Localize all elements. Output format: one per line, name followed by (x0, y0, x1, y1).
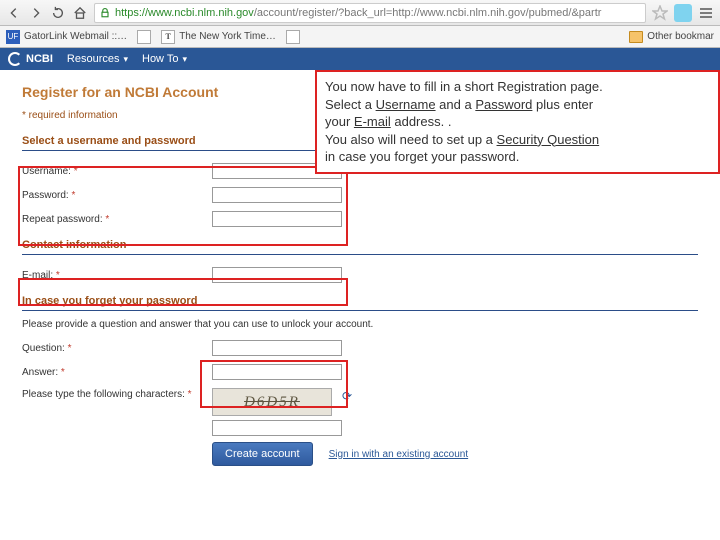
captcha-label: Please type the following characters: * (22, 388, 212, 401)
other-bookmarks-label: Other bookmar (647, 31, 714, 42)
email-label: E-mail: * (22, 270, 212, 281)
address-bar[interactable]: https://www.ncbi.nlm.nih.gov/account/reg… (94, 3, 646, 23)
row-email: E-mail: * (22, 263, 698, 287)
ncbi-top-bar: NCBI Resources▾ How To▾ (0, 48, 720, 70)
row-repeat-password: Repeat password: * (22, 207, 698, 231)
page-body: Register for an NCBI Account * required … (0, 70, 720, 476)
url-path: /account/register/?back_url=http://www.n… (254, 7, 602, 19)
bookmark-icon: UF (6, 30, 20, 44)
divider (22, 254, 698, 255)
reload-icon[interactable] (50, 5, 66, 21)
nav-resources[interactable]: Resources▾ (67, 53, 128, 65)
forward-icon[interactable] (28, 5, 44, 21)
ncbi-logo[interactable]: NCBI (8, 52, 53, 66)
other-bookmarks[interactable]: Other bookmar (629, 31, 714, 43)
row-captcha: Please type the following characters: * … (22, 384, 698, 436)
chevron-down-icon: ▾ (123, 54, 128, 65)
home-icon[interactable] (72, 5, 88, 21)
ncbi-logo-icon (8, 52, 22, 66)
email-input[interactable] (212, 267, 342, 283)
section-contact: Contact information (22, 239, 698, 254)
browser-toolbar: https://www.ncbi.nlm.nih.gov/account/reg… (0, 0, 720, 26)
instruction-callout: You now have to fill in a short Registra… (315, 70, 720, 174)
bookmark-gatorlink[interactable]: UF GatorLink Webmail ::… (6, 30, 127, 44)
page-icon (137, 30, 151, 44)
lock-icon (99, 7, 111, 19)
folder-icon (629, 31, 643, 43)
repeat-password-input[interactable] (212, 211, 342, 227)
answer-input[interactable] (212, 364, 342, 380)
back-icon[interactable] (6, 5, 22, 21)
ncbi-logo-text: NCBI (26, 53, 53, 65)
bookmark-label: GatorLink Webmail ::… (24, 31, 127, 42)
nav-label: Resources (67, 53, 120, 65)
create-account-button[interactable]: Create account (212, 442, 313, 466)
question-input[interactable] (212, 340, 342, 356)
divider (22, 310, 698, 311)
password-label: Password: * (22, 190, 212, 201)
row-question: Question: * (22, 336, 698, 360)
sign-in-link[interactable]: Sign in with an existing account (329, 449, 469, 460)
row-answer: Answer: * (22, 360, 698, 384)
question-label: Question: * (22, 343, 212, 354)
username-label: Username: * (22, 166, 212, 177)
nav-label: How To (142, 53, 178, 65)
url-scheme: https:// (115, 7, 148, 19)
bookmark-generic[interactable] (286, 30, 300, 44)
bookmarks-bar: UF GatorLink Webmail ::… T The New York Ti… (0, 26, 720, 48)
row-password: Password: * (22, 183, 698, 207)
chevron-down-icon: ▾ (182, 54, 187, 65)
bookmark-icon: T (161, 30, 175, 44)
menu-icon[interactable] (698, 5, 714, 21)
security-hint: Please provide a question and answer tha… (22, 319, 698, 330)
bookmark-generic[interactable] (137, 30, 151, 44)
captcha-input[interactable] (212, 420, 342, 436)
extension-icon[interactable] (674, 4, 692, 22)
url-host: www.ncbi.nlm.nih.gov (148, 7, 254, 19)
bookmark-star-icon[interactable] (652, 5, 668, 21)
bookmark-nyt[interactable]: T The New York Time… (161, 30, 276, 44)
nav-howto[interactable]: How To ▾ (142, 53, 187, 65)
captcha-image: D6D5R (212, 388, 332, 416)
answer-label: Answer: * (22, 367, 212, 378)
submit-row: Create account Sign in with an existing … (22, 442, 698, 466)
password-input[interactable] (212, 187, 342, 203)
repeat-password-label: Repeat password: * (22, 214, 212, 225)
page-icon (286, 30, 300, 44)
captcha-refresh-icon[interactable]: ⟳ (338, 388, 356, 404)
bookmark-label: The New York Time… (179, 31, 276, 42)
section-security: In case you forget your password (22, 295, 698, 310)
